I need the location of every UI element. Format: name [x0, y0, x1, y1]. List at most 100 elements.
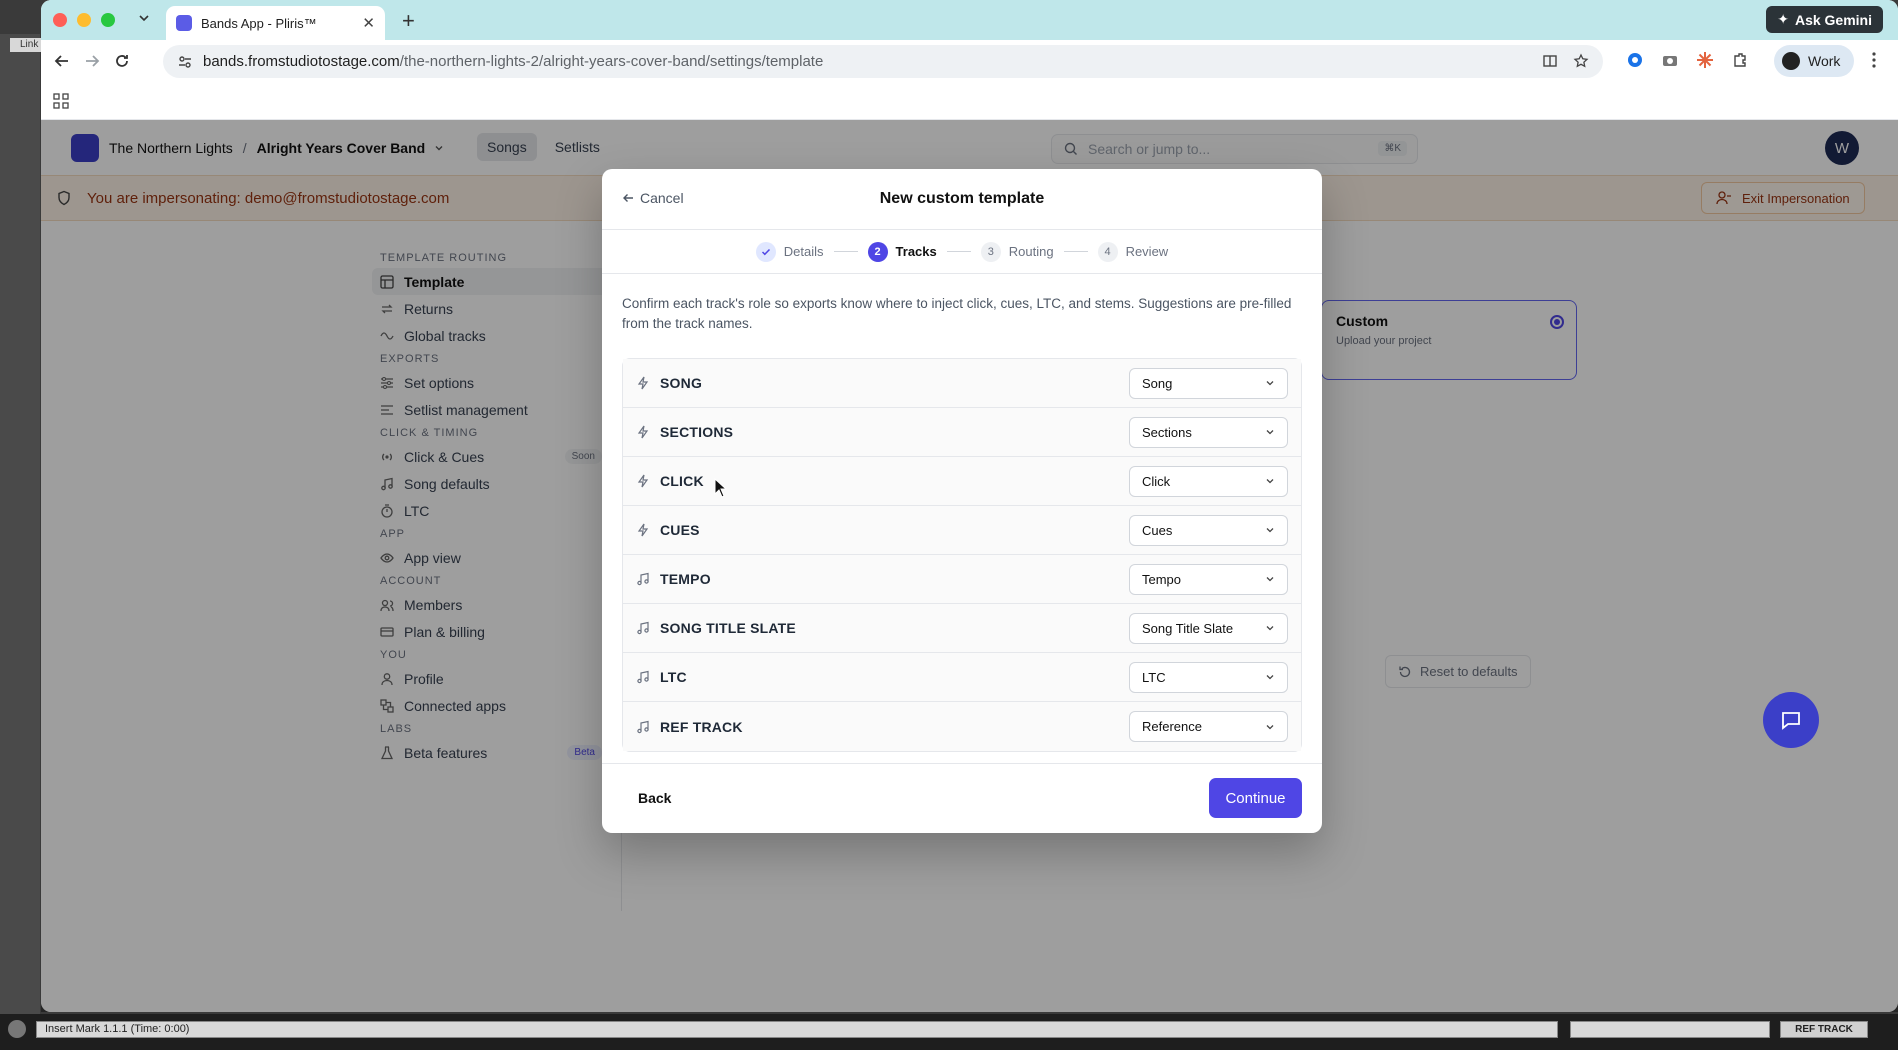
site-settings-icon[interactable] [177, 54, 193, 70]
track-role-value: LTC [1142, 669, 1166, 685]
music-note-icon [637, 572, 649, 586]
new-tab-button[interactable]: + [402, 8, 415, 34]
continue-button[interactable]: Continue [1209, 778, 1302, 818]
chevron-down-icon [1266, 675, 1274, 680]
track-row: REF TRACK Reference [623, 702, 1301, 751]
daw-status-bar: Insert Mark 1.1.1 (Time: 0:00) REF TRACK [0, 1014, 1898, 1050]
step-tracks[interactable]: 2 Tracks [867, 241, 937, 262]
track-role-value: Song [1142, 375, 1173, 391]
track-name: CUES [660, 522, 700, 538]
ask-gemini-button[interactable]: ✦ Ask Gemini [1766, 6, 1883, 33]
extension-icon[interactable] [1626, 51, 1644, 69]
mouse-cursor-icon [714, 478, 728, 498]
bolt-icon [637, 523, 649, 537]
track-role-select[interactable]: Click [1129, 465, 1288, 497]
track-row: LTC LTC [623, 653, 1301, 702]
chat-support-button[interactable] [1763, 692, 1819, 748]
daw-insert-mark: Insert Mark 1.1.1 (Time: 0:00) [36, 1021, 1558, 1038]
new-template-modal: Cancel New custom template Details 2 Tra… [602, 169, 1322, 833]
step-connector [833, 251, 858, 252]
chevron-down-icon [1266, 724, 1274, 729]
close-window-button[interactable] [53, 13, 67, 27]
music-note-icon [637, 621, 649, 635]
track-role-value: Tempo [1142, 571, 1182, 587]
track-name: REF TRACK [660, 718, 743, 735]
maximize-window-button[interactable] [101, 13, 115, 27]
track-role-select[interactable]: Reference [1129, 711, 1288, 742]
track-role-select[interactable]: Tempo [1129, 563, 1288, 595]
track-name: SONG TITLE SLATE [660, 620, 796, 636]
track-name: SECTIONS [660, 424, 734, 440]
chevron-down-icon [1266, 626, 1274, 631]
back-button[interactable]: Back [638, 790, 671, 806]
step-number: 2 [867, 241, 888, 262]
step-number: 3 [980, 241, 1001, 262]
chevron-down-icon [1266, 479, 1274, 484]
ask-gemini-label: Ask Gemini [1794, 11, 1872, 28]
url-path: /the-northern-lights-2/alright-years-cov… [399, 53, 824, 70]
track-role-select[interactable]: LTC [1129, 661, 1288, 693]
tab-search-chevron-icon[interactable] [137, 11, 151, 25]
camera-extension-icon[interactable] [1661, 51, 1679, 69]
step-number: 4 [1097, 241, 1118, 262]
step-label: Routing [1008, 244, 1054, 259]
daw-ref-track-label: REF TRACK [1780, 1021, 1868, 1038]
browser-menu-icon[interactable] [1871, 51, 1877, 69]
bolt-icon [637, 425, 649, 439]
track-role-list: SONG Song SECTIONS Sections CLICK Click [622, 358, 1302, 752]
track-role-select[interactable]: Cues [1129, 514, 1288, 546]
track-row: CUES Cues [623, 506, 1301, 555]
step-connector [1063, 251, 1088, 252]
reload-icon[interactable] [113, 52, 131, 70]
chevron-down-icon [1266, 577, 1274, 582]
chevron-down-icon [1266, 430, 1274, 435]
track-name: CLICK [660, 473, 704, 489]
daw-link-label[interactable]: Link [10, 38, 44, 52]
track-row: SONG Song [623, 359, 1301, 408]
address-bar[interactable]: bands.fromstudiotostage.com/the-northern… [163, 45, 1603, 78]
track-role-select[interactable]: Song [1129, 367, 1288, 399]
track-name: LTC [660, 669, 687, 685]
step-label: Review [1125, 244, 1169, 259]
bolt-icon [637, 376, 649, 390]
back-arrow-icon[interactable] [53, 52, 71, 70]
bookmark-star-icon[interactable] [1573, 53, 1589, 69]
browser-tab[interactable]: Bands App - Pliris™ ✕ [166, 6, 385, 40]
step-details[interactable]: Details [755, 241, 824, 262]
gemini-sparkle-icon: ✦ [1777, 11, 1789, 27]
modal-header: Cancel New custom template [602, 169, 1322, 230]
minimize-window-button[interactable] [77, 13, 91, 27]
track-role-value: Sections [1142, 424, 1192, 440]
track-name: SONG [660, 375, 703, 391]
daw-play-icon[interactable] [8, 1020, 26, 1038]
puzzle-extensions-icon[interactable] [1731, 51, 1749, 69]
track-role-select[interactable]: Sections [1129, 416, 1288, 448]
track-role-value: Click [1142, 473, 1171, 489]
track-role-select[interactable]: Song Title Slate [1129, 612, 1288, 644]
track-role-value: Song Title Slate [1142, 620, 1234, 636]
music-note-icon [637, 720, 649, 733]
step-label: Details [783, 244, 824, 259]
modal-description: Confirm each track's role so exports kno… [622, 296, 1292, 331]
forward-arrow-icon[interactable] [83, 52, 101, 70]
profile-chip[interactable]: Work [1774, 45, 1854, 77]
tab-close-icon[interactable]: ✕ [362, 14, 375, 32]
bookmarks-bar [41, 82, 1898, 120]
bolt-icon [637, 474, 649, 488]
chevron-down-icon [1266, 528, 1274, 533]
claude-extension-icon[interactable] [1696, 51, 1714, 69]
modal-title: New custom template [879, 190, 1045, 207]
music-note-icon [637, 670, 649, 684]
daw-left-panel [0, 34, 40, 1014]
browser-toolbar: bands.fromstudiotostage.com/the-northern… [41, 40, 1898, 82]
step-review[interactable]: 4 Review [1097, 241, 1169, 262]
reading-mode-icon[interactable] [1542, 53, 1558, 69]
app-favicon-icon [176, 15, 192, 31]
step-routing[interactable]: 3 Routing [980, 241, 1054, 262]
step-check-icon [755, 241, 776, 262]
apps-grid-icon[interactable] [53, 93, 69, 109]
wizard-stepper: Details 2 Tracks 3 Routing 4 Review [602, 230, 1322, 274]
track-row: SONG TITLE SLATE Song Title Slate [623, 604, 1301, 653]
track-role-value: Reference [1142, 719, 1202, 734]
step-label: Tracks [895, 244, 937, 259]
